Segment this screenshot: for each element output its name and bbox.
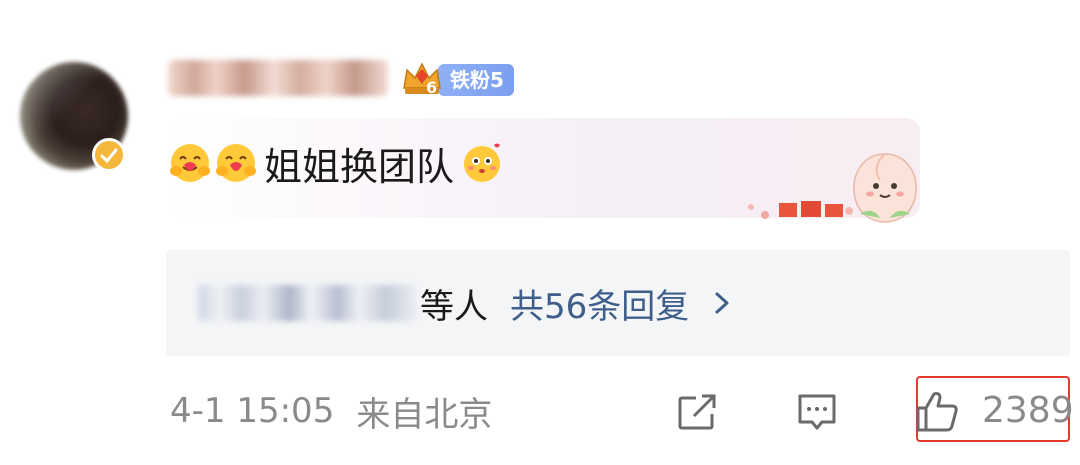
- fan-badge[interactable]: 6 铁粉5: [400, 58, 514, 102]
- peach-mascot-icon: [853, 153, 917, 223]
- decoration-stamp-icon: [748, 201, 853, 219]
- fan-badge-label: 铁粉5: [438, 64, 514, 96]
- comment-meta: 4-1 15:05 来自北京: [170, 385, 492, 437]
- shy-emoji-icon: [464, 143, 501, 182]
- reply-user-names: [198, 285, 416, 321]
- comment-location: 来自北京: [356, 394, 493, 435]
- like-count[interactable]: 2389: [982, 385, 1074, 437]
- hug-emoji-icon: [216, 144, 256, 182]
- username[interactable]: [168, 60, 388, 96]
- fan-level: 6: [426, 78, 438, 97]
- reply-suffix: 等人: [420, 286, 488, 327]
- share-icon[interactable]: [674, 392, 720, 432]
- chevron-right-icon: [715, 292, 729, 314]
- comment-icon[interactable]: [794, 390, 840, 434]
- verified-badge-icon: [92, 138, 126, 172]
- comment-text: 姐姐换团队: [264, 144, 455, 189]
- hug-emoji-icon: [170, 144, 210, 182]
- crown-icon: 6: [400, 58, 444, 102]
- thumbs-up-icon[interactable]: [912, 388, 962, 434]
- comment-time: 4-1 15:05: [170, 391, 335, 431]
- reply-summary[interactable]: 等人 共56条回复: [166, 250, 1070, 356]
- comment-content: 姐姐换团队: [168, 138, 506, 189]
- reply-count-link[interactable]: 共56条回复: [510, 279, 689, 328]
